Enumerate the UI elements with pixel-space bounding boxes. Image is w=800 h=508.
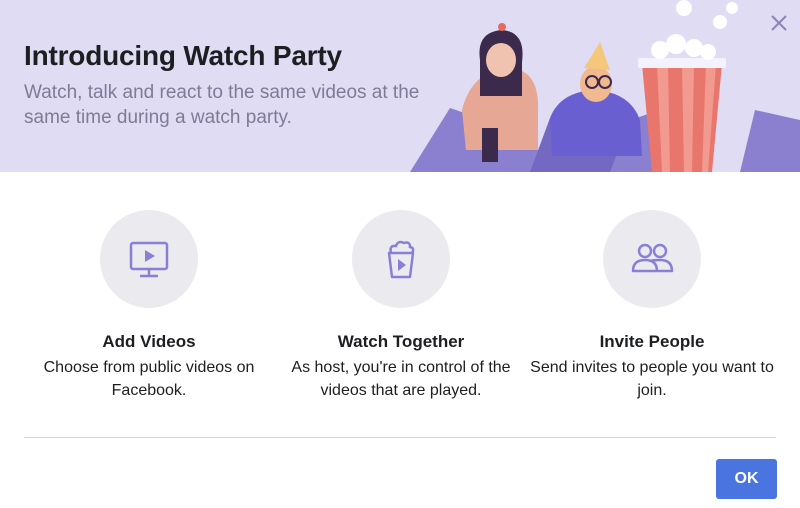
feature-description: Send invites to people you want to join. bbox=[530, 359, 774, 399]
feature-icon-circle bbox=[352, 210, 450, 308]
popcorn-play-icon bbox=[387, 240, 415, 279]
feature-icon-circle bbox=[603, 210, 701, 308]
close-icon[interactable] bbox=[766, 10, 792, 36]
feature-description: Choose from public videos on Facebook. bbox=[43, 359, 255, 399]
feature-title: Invite People bbox=[599, 332, 705, 351]
dialog-title: Introducing Watch Party bbox=[24, 40, 342, 71]
feature-add-videos: Add Videos Choose from public videos on … bbox=[24, 210, 274, 402]
dialog-header: Introducing Watch Party Watch, talk and … bbox=[0, 0, 800, 172]
feature-title: Watch Together bbox=[337, 332, 465, 351]
ok-button[interactable]: OK bbox=[716, 459, 777, 499]
monitor-play-icon bbox=[129, 241, 169, 278]
feature-invite-people: Invite People Send invites to people you… bbox=[527, 210, 777, 402]
feature-watch-together: Watch Together As host, you're in contro… bbox=[276, 210, 526, 402]
feature-description: As host, you're in control of the videos… bbox=[291, 359, 511, 399]
dialog-subtitle: Watch, talk and react to the same videos… bbox=[24, 82, 420, 128]
people-icon bbox=[631, 243, 674, 273]
watch-party-dialog: Introducing Watch Party Watch, talk and … bbox=[0, 0, 800, 508]
footer-divider bbox=[24, 437, 776, 438]
feature-icon-circle bbox=[100, 210, 198, 308]
watch-party-illustration bbox=[410, 0, 800, 172]
feature-title: Add Videos bbox=[102, 332, 196, 351]
